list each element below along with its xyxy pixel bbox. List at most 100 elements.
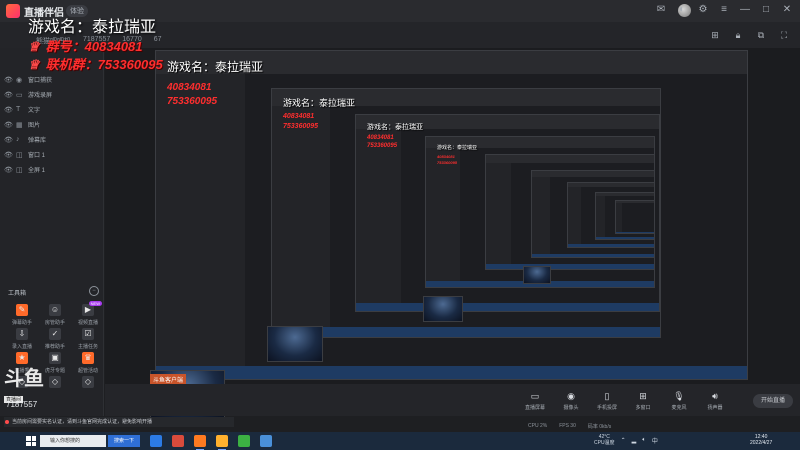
chevron-up-icon[interactable]: ⌃ <box>621 437 626 444</box>
tool-icon: ✎ <box>16 304 28 316</box>
eye-icon[interactable]: 👁︎ <box>4 151 13 159</box>
weather-widget[interactable]: 42°C CPU温度 <box>594 434 615 446</box>
skin-icon[interactable]: ◐ <box>675 3 689 17</box>
tool-item[interactable]: ▶ 视频直播 NEW <box>72 301 104 326</box>
control-screen-capture[interactable]: ▭ 直播屏幕 <box>515 390 555 411</box>
message-icon[interactable]: ✉ <box>654 3 668 17</box>
tool-item[interactable]: ☺ 房管助手 <box>39 304 71 326</box>
taskbar-search-button[interactable]: 搜索一下 <box>108 435 140 447</box>
control-multi[interactable]: ⊞ 多窗口 <box>623 390 663 411</box>
source-item[interactable]: 👁︎ ♪ 弹幕库 <box>4 132 52 147</box>
tool-icon: ★ <box>16 352 28 364</box>
weather-desc: CPU温度 <box>594 440 615 446</box>
maximize-icon[interactable]: □ <box>759 3 773 17</box>
chrome-icon[interactable] <box>172 435 184 447</box>
lock-icon[interactable]: 🔒︎ <box>732 29 744 41</box>
eye-icon[interactable]: 👁︎ <box>4 106 13 114</box>
bitrate-stat: 码率 0kb/s <box>587 424 612 430</box>
windows-start-icon[interactable] <box>26 436 36 446</box>
game-thumbnail <box>423 296 463 322</box>
tool-item[interactable]: ◇ <box>72 376 104 391</box>
tool-item[interactable]: ☑ 主播任务 <box>72 328 104 350</box>
alert-icon <box>5 420 9 424</box>
eye-icon[interactable]: 👁︎ <box>4 136 13 144</box>
source-label: 文字 <box>28 108 41 114</box>
menu-icon[interactable]: ≡ <box>717 3 731 17</box>
taskbar-search-input[interactable]: 输入你想搜的 <box>40 435 106 447</box>
source-item[interactable]: 👁︎ T 文字 <box>4 102 52 117</box>
app-logo-icon <box>6 4 20 18</box>
window-icon: ◫ <box>16 151 23 159</box>
windows-taskbar: 输入你想搜的 搜索一下 <box>0 432 800 450</box>
preview-canvas[interactable]: 游戏名：泰拉瑞亚 40834081 753360095 游戏名：泰拉瑞亚 4083408… <box>105 48 800 418</box>
control-phone[interactable]: ▯ 手机投屏 <box>587 390 627 411</box>
start-live-button[interactable]: 开始直播 <box>753 394 793 408</box>
douyu-logo: 斗鱼 直播间 <box>4 368 48 403</box>
fans-count: 67 <box>153 36 162 43</box>
window-controls: ✉ ◐ ⚙ ≡ — □ ✕ <box>654 3 794 17</box>
douyu-icon[interactable] <box>194 435 206 450</box>
nested-game-name: 游戏名：泰拉瑞亚 <box>167 60 264 74</box>
eye-icon[interactable]: 👁︎ <box>4 91 13 99</box>
tool-item[interactable]: ✓ 推荐助手 <box>39 328 71 350</box>
source-item[interactable]: 👁︎ ▭ 游戏录屏 <box>4 87 52 102</box>
cpu-stat: CPU 2% <box>528 423 548 429</box>
live-companion-icon[interactable] <box>216 435 228 450</box>
fullscreen-icon[interactable]: ⛶ <box>778 29 790 41</box>
tool-icon: ⇩ <box>16 328 28 340</box>
folder-icon[interactable] <box>260 435 272 447</box>
network-icon[interactable]: ▂ <box>632 437 637 444</box>
source-label: 图片 <box>28 123 41 129</box>
source-item[interactable]: 👁︎ ◉ 窗口捕获 <box>4 72 52 87</box>
nested-qq-text: 753360095 <box>367 142 398 149</box>
source-item[interactable]: 👁︎ ◫ 窗口 1 <box>4 147 52 162</box>
copy-icon[interactable]: ⧉ <box>755 29 767 41</box>
tool-item[interactable]: ✎ 弹幕助手 <box>6 304 38 326</box>
control-camera[interactable]: ◉ 摄像头 <box>551 390 591 411</box>
eye-icon[interactable]: 👁︎ <box>4 121 13 129</box>
minimize-icon[interactable]: — <box>738 3 752 17</box>
tool-icon: ☺ <box>49 304 61 316</box>
control-speaker[interactable]: 🔊︎ 扬声器 <box>695 390 735 411</box>
ime-icon[interactable]: 中 <box>652 436 658 445</box>
multi-icon: ⊞ <box>639 391 647 401</box>
collapse-icon[interactable]: − <box>89 286 99 296</box>
nested-qq-text: 40834081 <box>437 154 455 160</box>
nested-qq-text: 753360095 <box>167 96 218 107</box>
tool-label: 推荐助手 <box>44 344 65 350</box>
nested-qq-text: 40834081 <box>167 82 212 93</box>
edge-icon[interactable] <box>150 435 162 447</box>
source-item[interactable]: 👁︎ ▦ 图片 <box>4 117 52 132</box>
system-tray: 42°C CPU温度 ⌃ ▂ 🔈︎ 中 <box>594 434 658 446</box>
wechat-icon[interactable] <box>238 435 250 447</box>
image-icon: ▦ <box>16 121 23 129</box>
tool-label: 房管助手 <box>44 320 65 326</box>
speaker-icon: 🔊︎ <box>712 391 718 401</box>
nested-qq-text: 753360095 <box>283 123 319 131</box>
nested-game-name: 游戏名：泰拉瑞亚 <box>283 99 356 109</box>
volume-icon[interactable]: 🔈︎ <box>642 437 646 444</box>
tool-item[interactable]: ⇩ 录入直播 <box>6 328 38 350</box>
eye-icon[interactable]: 👁︎ <box>4 166 13 174</box>
control-label: 直播屏幕 <box>524 405 545 411</box>
nested-capture-frame <box>615 200 655 234</box>
close-icon[interactable]: ✕ <box>780 3 794 17</box>
qq-group-label: 群号： <box>45 39 85 54</box>
text-icon: T <box>16 106 21 113</box>
control-mic[interactable]: 🎙︎ 麦克风 <box>659 390 699 411</box>
window-icon: ◫ <box>16 166 23 174</box>
tool-item[interactable]: ♛ 超管活动 <box>72 352 104 374</box>
fps-stat: FPS 30 <box>559 423 576 429</box>
source-item[interactable]: 👁︎ ◫ 全屏 1 <box>4 162 52 177</box>
notice-bar[interactable]: 当前房间需要实名认证，请到斗鱼官网完成认证，避免影响开播 <box>4 417 234 427</box>
tool-label: 超管活动 <box>77 368 98 374</box>
tool-icon: ◇ <box>49 376 61 388</box>
taskbar-clock[interactable]: 12:40 2022/4/27 <box>750 434 772 446</box>
settings-icon[interactable]: ⚙ <box>696 3 710 17</box>
control-bar: 开始直播 ▭ 直播屏幕 ◉ 摄像头 ▯ 手机投屏 ⊞ 多窗口 🎙︎ 麦克风 🔊︎ 扬声器 <box>105 384 800 416</box>
tool-label: 视频直播 <box>77 320 98 326</box>
eye-icon[interactable]: 👁︎ <box>4 76 13 84</box>
header-tools: ⊞ 🔒︎ ⧉ ⛶ <box>709 29 790 41</box>
layout-icon[interactable]: ⊞ <box>709 29 721 41</box>
tool-icon: ✓ <box>49 328 61 340</box>
